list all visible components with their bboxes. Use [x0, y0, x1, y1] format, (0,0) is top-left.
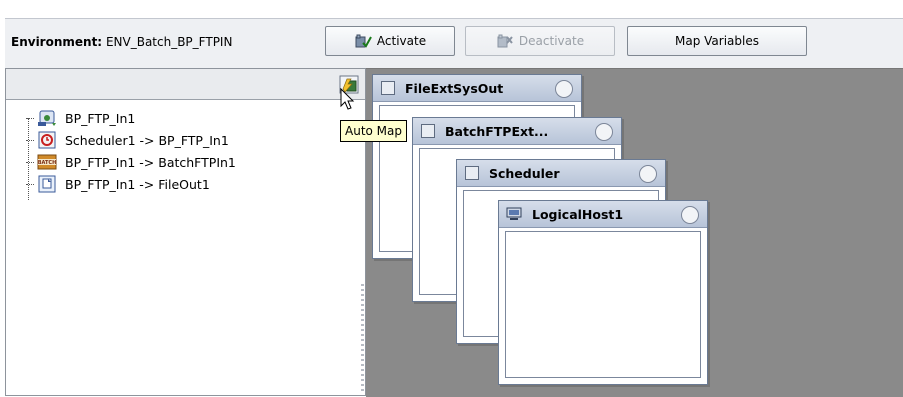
- mouse-cursor-icon: [340, 88, 355, 110]
- minimize-icon[interactable]: [595, 123, 613, 141]
- deactivate-button[interactable]: Deactivate: [465, 26, 615, 56]
- window-titlebar[interactable]: LogicalHost1: [499, 201, 707, 228]
- minimize-icon[interactable]: [681, 206, 699, 224]
- tree-item-label: BP_FTP_In1 -> BatchFTPIn1: [65, 154, 236, 170]
- minimize-icon[interactable]: [555, 80, 573, 98]
- business-process-icon: [38, 110, 56, 126]
- batch-icon: BATCH: [37, 154, 57, 170]
- window-title: FileExtSysOut: [405, 80, 504, 96]
- window-title: BatchFTPExt...: [445, 123, 549, 139]
- window-title: Scheduler: [489, 165, 560, 181]
- scheduler-icon: [38, 131, 56, 149]
- window-titlebar[interactable]: BatchFTPExt...: [413, 118, 621, 145]
- window-title: LogicalHost1: [532, 206, 624, 222]
- activate-label: Activate: [376, 34, 427, 48]
- tree-item-batch-link[interactable]: BATCH BP_FTP_In1 -> BatchFTPIn1: [26, 151, 236, 173]
- environment-toolbar: Environment: ENV_Batch_BP_FTPIN Activate…: [5, 18, 903, 69]
- deployment-tree: BP_FTP_In1 Scheduler1 -> BP_FTP_In1 BATC…: [6, 101, 365, 395]
- batch-icon-text: BATCH: [38, 160, 57, 166]
- window-titlebar[interactable]: Scheduler: [457, 160, 665, 187]
- environment-canvas[interactable]: FileExtSysOut BatchFTPExt... Scheduler L…: [366, 68, 903, 397]
- environment-label: Environment:: [11, 35, 103, 49]
- window-icon: [381, 81, 395, 95]
- environment-tree-panel: BP_FTP_In1 Scheduler1 -> BP_FTP_In1 BATC…: [5, 68, 366, 396]
- tree-item-scheduler-link[interactable]: Scheduler1 -> BP_FTP_In1: [26, 129, 229, 151]
- map-variables-label: Map Variables: [675, 34, 759, 48]
- window-icon: [465, 166, 479, 180]
- auto-map-tooltip: Auto Map: [340, 120, 407, 142]
- tree-panel-header: [6, 69, 365, 100]
- tree-item-label: BP_FTP_In1: [65, 110, 136, 126]
- window-titlebar[interactable]: FileExtSysOut: [373, 75, 581, 102]
- tree-item-bp-ftp-in1[interactable]: BP_FTP_In1: [26, 107, 135, 129]
- tree-item-label: Scheduler1 -> BP_FTP_In1: [65, 132, 229, 148]
- activate-button[interactable]: Activate: [325, 26, 455, 56]
- window-body: [505, 231, 701, 378]
- deactivate-label: Deactivate: [518, 34, 585, 48]
- window-logicalhost1[interactable]: LogicalHost1: [498, 200, 708, 385]
- deactivate-icon: [497, 34, 513, 48]
- tree-item-label: BP_FTP_In1 -> FileOut1: [65, 176, 210, 192]
- application-frame: Environment: ENV_Batch_BP_FTPIN Activate…: [0, 0, 903, 397]
- map-variables-button[interactable]: Map Variables: [627, 26, 807, 56]
- tree-item-fileout-link[interactable]: BP_FTP_In1 -> FileOut1: [26, 173, 210, 195]
- environment-name: ENV_Batch_BP_FTPIN: [105, 35, 233, 49]
- splitter-grip[interactable]: [361, 284, 364, 394]
- file-icon: [38, 175, 56, 193]
- environment-info: Environment: ENV_Batch_BP_FTPIN: [11, 35, 232, 49]
- activate-icon: [355, 34, 372, 48]
- logical-host-icon: [506, 207, 522, 220]
- window-icon: [421, 124, 435, 138]
- minimize-icon[interactable]: [639, 165, 657, 183]
